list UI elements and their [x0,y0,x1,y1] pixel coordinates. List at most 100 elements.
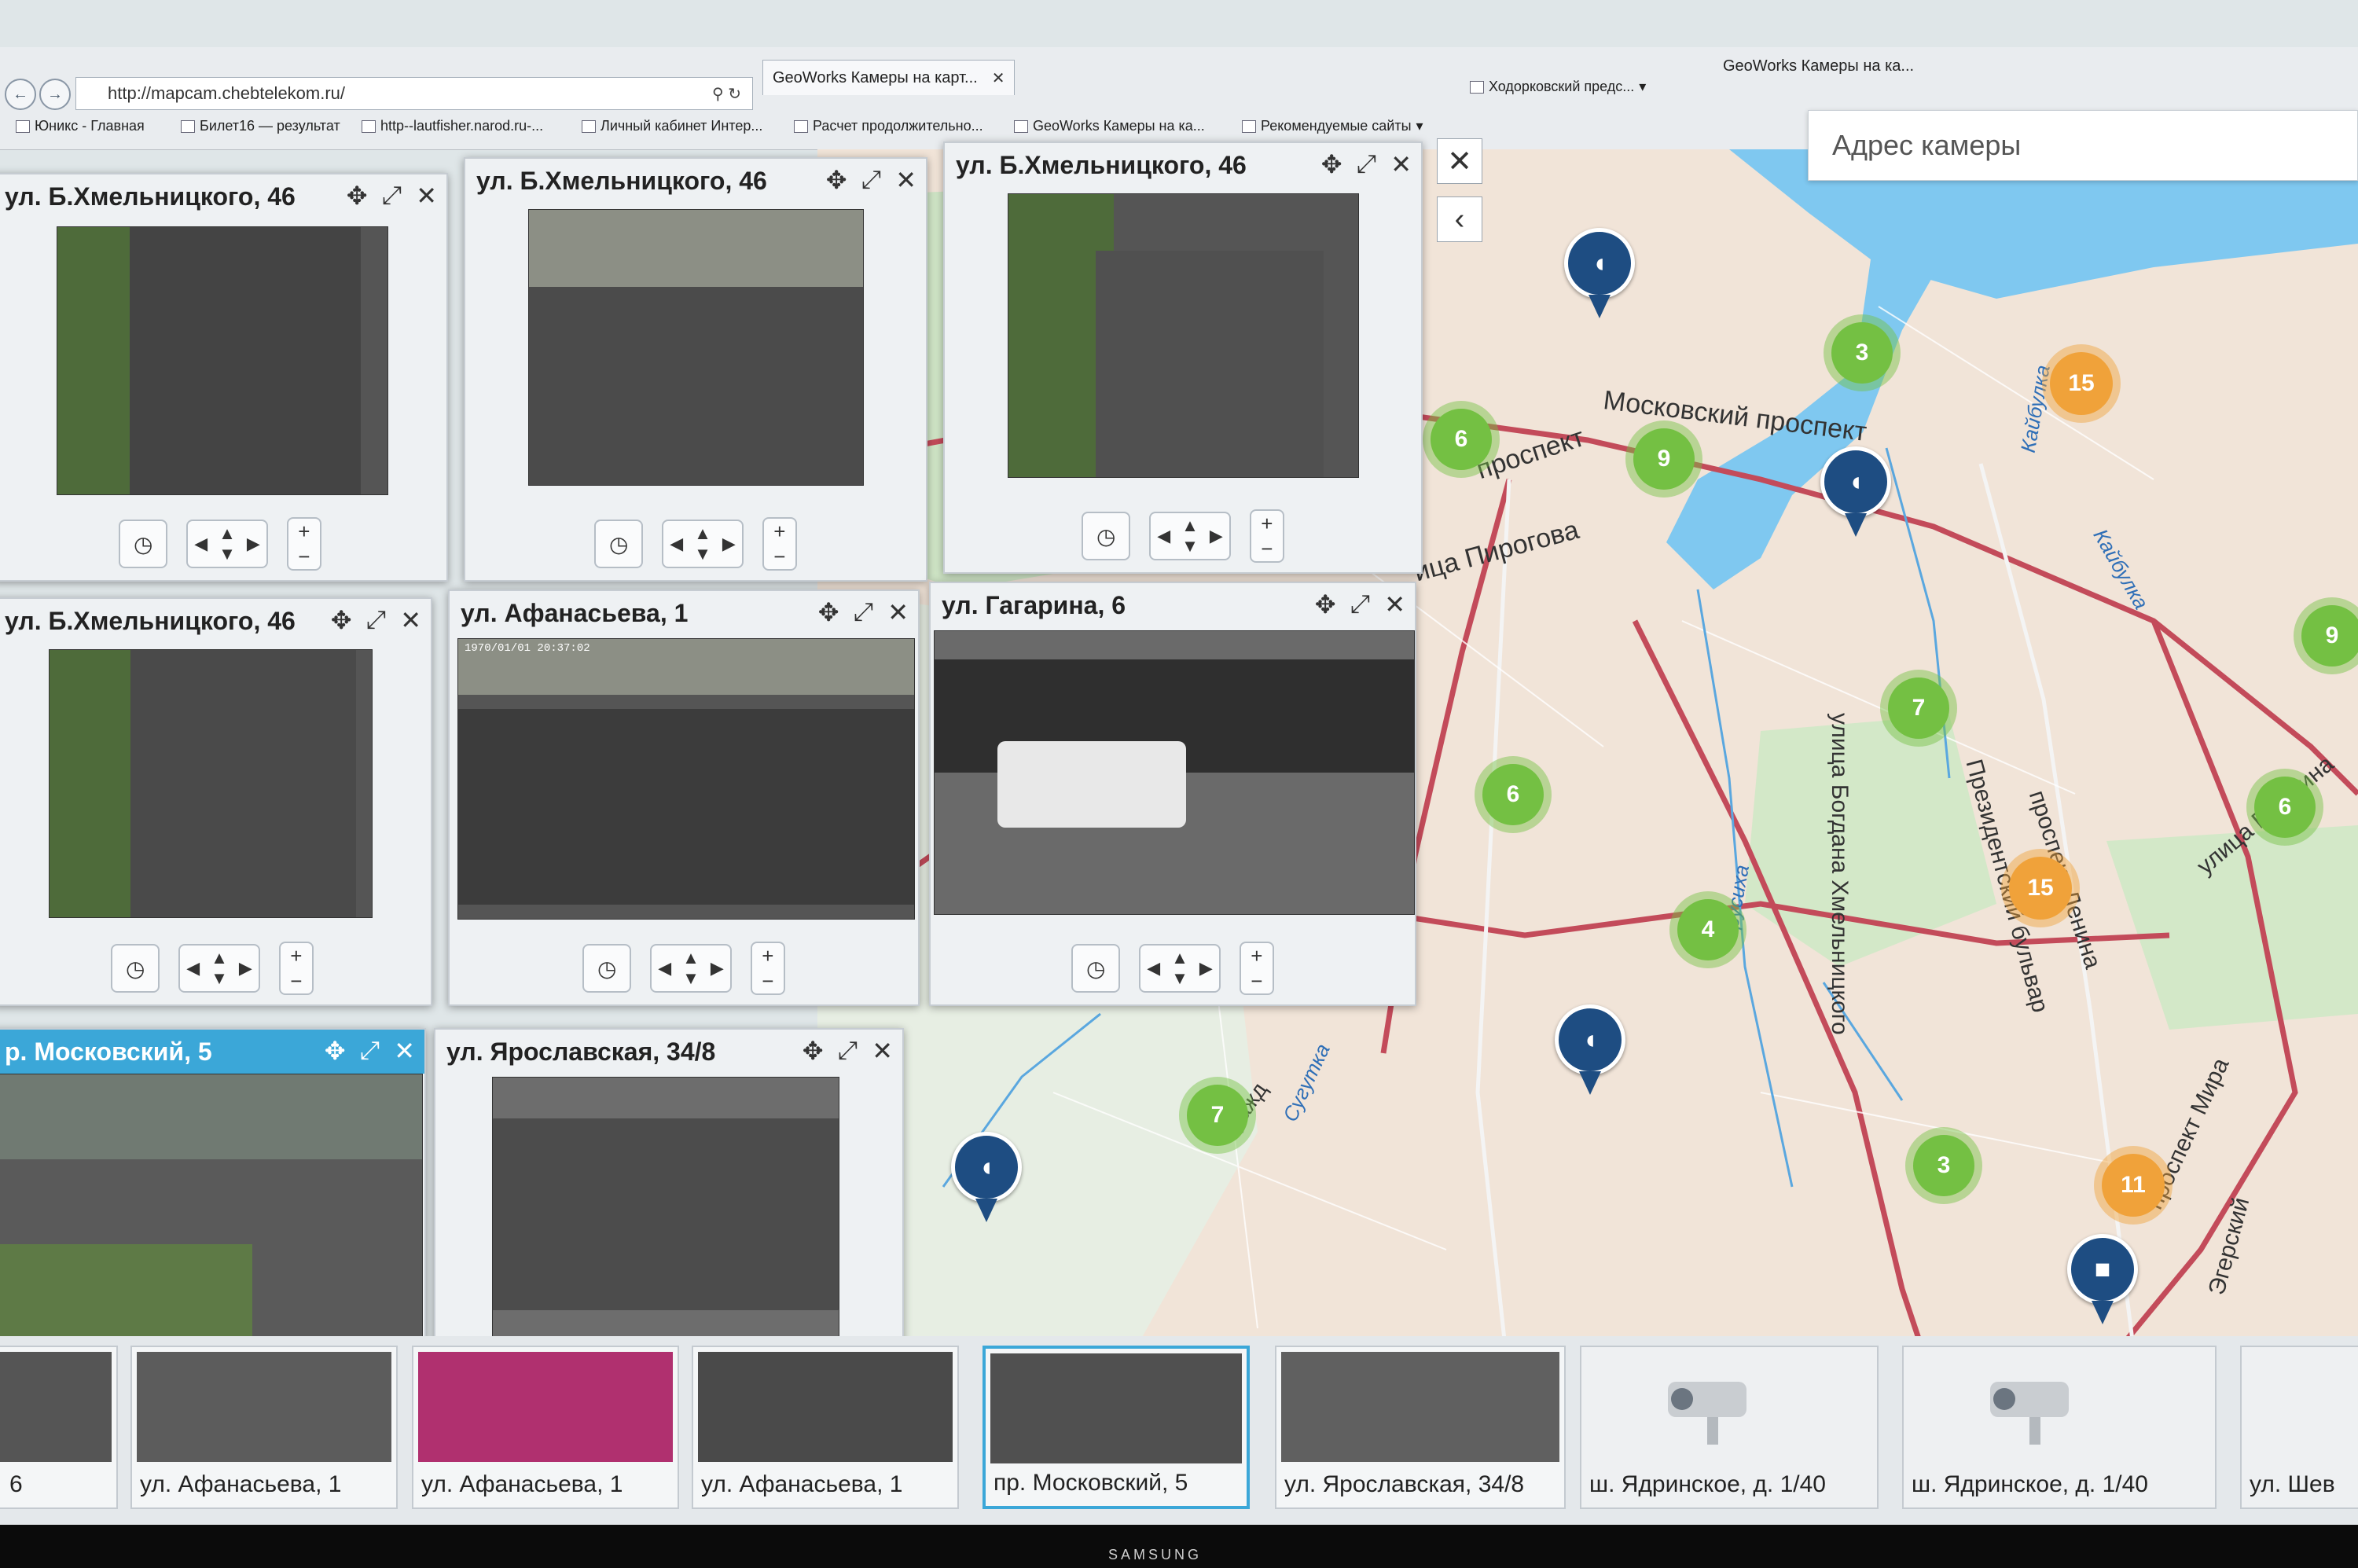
camera-thumbnail-offline[interactable]: ш. Ядринское, д. 1/40 [1902,1346,2217,1509]
tab-geoworks-second[interactable]: GeoWorks Камеры на ка... [1713,49,1924,83]
move-icon[interactable]: ✥ [331,605,352,635]
camera-cluster[interactable]: 6 [2254,777,2316,838]
pan-control[interactable]: ◀ ▲ ▼ ▶ [178,944,260,993]
close-icon[interactable]: ✕ [887,597,909,627]
history-button[interactable]: ◷ [1071,944,1121,993]
close-icon[interactable]: ✕ [1390,149,1412,179]
bookmark-1[interactable]: Юникс - Главная [16,118,145,134]
zoom-control[interactable]: + − [1239,942,1274,995]
zoom-control[interactable]: + − [1249,509,1284,563]
pan-control[interactable]: ◀ ▲ ▼ ▶ [186,520,268,568]
camera-feed[interactable] [528,209,864,486]
bookmark-8[interactable]: Ходорковский предс... ▾ [1470,79,1646,95]
tab-geoworks-active[interactable]: GeoWorks Камеры на карт... ✕ [762,60,1016,95]
camera-address-search[interactable]: Адрес камеры [1808,110,2358,181]
zoom-control[interactable]: + − [278,942,314,995]
camera-cluster[interactable]: 11 [2102,1154,2165,1217]
close-panel-button[interactable]: ✕ [1437,138,1482,184]
close-icon[interactable]: ✕ [394,1036,415,1066]
expand-icon[interactable]: ⤢ [854,597,874,627]
back-button[interactable]: ← [5,79,36,110]
history-button[interactable]: ◷ [582,944,632,993]
expand-icon[interactable]: ⤢ [1357,149,1377,179]
move-icon[interactable]: ✥ [325,1036,346,1066]
expand-icon[interactable]: ⤢ [366,605,387,635]
camera-window[interactable]: ул. Б.Хмельницкого, 46 ✥ ⤢ ✕ ◷ ◀ ▲ ▼ ▶ + − [0,597,432,1006]
close-icon[interactable]: ✕ [895,165,916,195]
close-icon[interactable]: ✕ [872,1036,893,1066]
close-icon[interactable]: ✕ [416,181,437,211]
camera-thumbnail[interactable]: ул. Ярославская, 34/8 [1275,1346,1566,1509]
camera-window[interactable]: ул. Б.Хмельницкого, 46 ✥ ⤢ ✕ ◷ ◀ ▲ ▼ ▶ + − [464,157,927,582]
expand-icon[interactable]: ⤢ [861,165,882,195]
camera-thumbnail[interactable]: ул. Афанасьева, 1 [692,1346,959,1509]
camera-thumbnail[interactable]: 6 [0,1346,118,1509]
bookmark-3[interactable]: http--lautfisher.narod.ru-... [362,118,543,134]
camera-cluster[interactable]: 6 [1482,764,1544,825]
camera-pin[interactable]: ◖ [1820,446,1891,537]
camera-feed[interactable] [1008,193,1359,478]
camera-cluster[interactable]: 4 [1677,899,1739,960]
camera-cluster[interactable]: 6 [1431,409,1492,470]
pan-control[interactable]: ◀ ▲ ▼ ▶ [1139,944,1221,993]
zoom-control[interactable]: + − [762,517,797,571]
camera-pin[interactable]: ◖ [1555,1004,1625,1095]
camera-window-active[interactable]: р. Московский, 5 ✥ ⤢ ✕ [0,1028,426,1358]
camera-thumbnail-selected[interactable]: пр. Московский, 5 [982,1346,1250,1509]
collapse-panel-button[interactable]: ‹ [1437,196,1482,242]
close-icon[interactable]: ✕ [400,605,421,635]
camera-cluster[interactable]: 3 [1913,1135,1974,1196]
camera-window[interactable]: ул. Афанасьева, 1 ✥ ⤢ ✕ 1970/01/01 20:37:0… [448,589,920,1006]
close-tab-icon[interactable]: ✕ [992,68,1005,88]
camera-window[interactable]: ул. Гагарина, 6 ✥ ⤢ ✕ ◷ ◀ ▲ ▼ ▶ + − [929,582,1416,1006]
camera-thumbnail-offline[interactable]: ул. Шев [2240,1346,2358,1509]
history-button[interactable]: ◷ [119,520,168,568]
history-button[interactable]: ◷ [1082,512,1131,560]
camera-pin[interactable]: ◖ [951,1132,1022,1222]
history-button[interactable]: ◷ [594,520,644,568]
move-icon[interactable]: ✥ [818,597,839,627]
camera-feed[interactable] [492,1077,839,1352]
search-refresh-icon[interactable]: ⚲ ↻ [712,84,741,104]
expand-icon[interactable]: ⤢ [360,1036,380,1066]
camera-cluster[interactable]: 7 [1187,1085,1248,1146]
camera-window[interactable]: ул. Б.Хмельницкого, 46 ✥ ⤢ ✕ ◷ ◀ ▲ ▼ ▶ + − [943,141,1423,574]
camera-cluster[interactable]: 9 [2301,605,2358,666]
camera-feed[interactable] [49,649,373,918]
bookmark-4[interactable]: Личный кабинет Интер... [582,118,762,134]
history-button[interactable]: ◷ [111,944,160,993]
move-icon[interactable]: ✥ [803,1036,824,1066]
address-bar[interactable]: http://mapcam.chebtelekom.ru/ ⚲ ↻ [75,77,753,110]
zoom-control[interactable]: + − [286,517,321,571]
camera-window[interactable]: ул. Ярославская, 34/8 ✥ ⤢ ✕ [434,1028,904,1358]
move-icon[interactable]: ✥ [347,181,368,211]
camera-cluster[interactable]: 15 [2009,857,2072,920]
bookmark-5[interactable]: Расчет продолжительно... [794,118,983,134]
bookmark-6[interactable]: GeoWorks Камеры на ка... [1014,118,1205,134]
camera-feed[interactable] [57,226,388,495]
pan-control[interactable]: ◀ ▲ ▼ ▶ [662,520,744,568]
expand-icon[interactable]: ⤢ [382,181,402,211]
move-icon[interactable]: ✥ [1321,149,1342,179]
forward-button[interactable]: → [39,79,71,110]
expand-icon[interactable]: ⤢ [1350,589,1371,619]
camera-pin[interactable]: ◖ [1564,228,1635,318]
camera-feed[interactable] [0,1074,423,1358]
zoom-control[interactable]: + − [750,942,785,995]
expand-icon[interactable]: ⤢ [838,1036,858,1066]
camera-cluster[interactable]: 3 [1831,322,1893,384]
move-icon[interactable]: ✥ [826,165,847,195]
bookmark-7[interactable]: Рекомендуемые сайты ▾ [1242,118,1423,134]
bookmark-2[interactable]: Билет16 — результат [181,118,340,134]
camera-pin[interactable]: ■ [2067,1234,2138,1324]
camera-thumbnail[interactable]: ул. Афанасьева, 1 [412,1346,679,1509]
camera-window[interactable]: ул. Б.Хмельницкого, 46 ✥ ⤢ ✕ ◷ ◀ ▲ ▼ ▶ + − [0,173,448,582]
camera-feed[interactable] [934,630,1415,915]
camera-thumbnail[interactable]: ул. Афанасьева, 1 [130,1346,398,1509]
pan-control[interactable]: ◀ ▲ ▼ ▶ [1149,512,1231,560]
camera-feed[interactable]: 1970/01/01 20:37:02 [457,638,915,920]
camera-cluster[interactable]: 7 [1888,678,1949,739]
camera-cluster[interactable]: 9 [1633,428,1695,490]
pan-control[interactable]: ◀ ▲ ▼ ▶ [650,944,732,993]
camera-cluster[interactable]: 15 [2050,352,2113,415]
